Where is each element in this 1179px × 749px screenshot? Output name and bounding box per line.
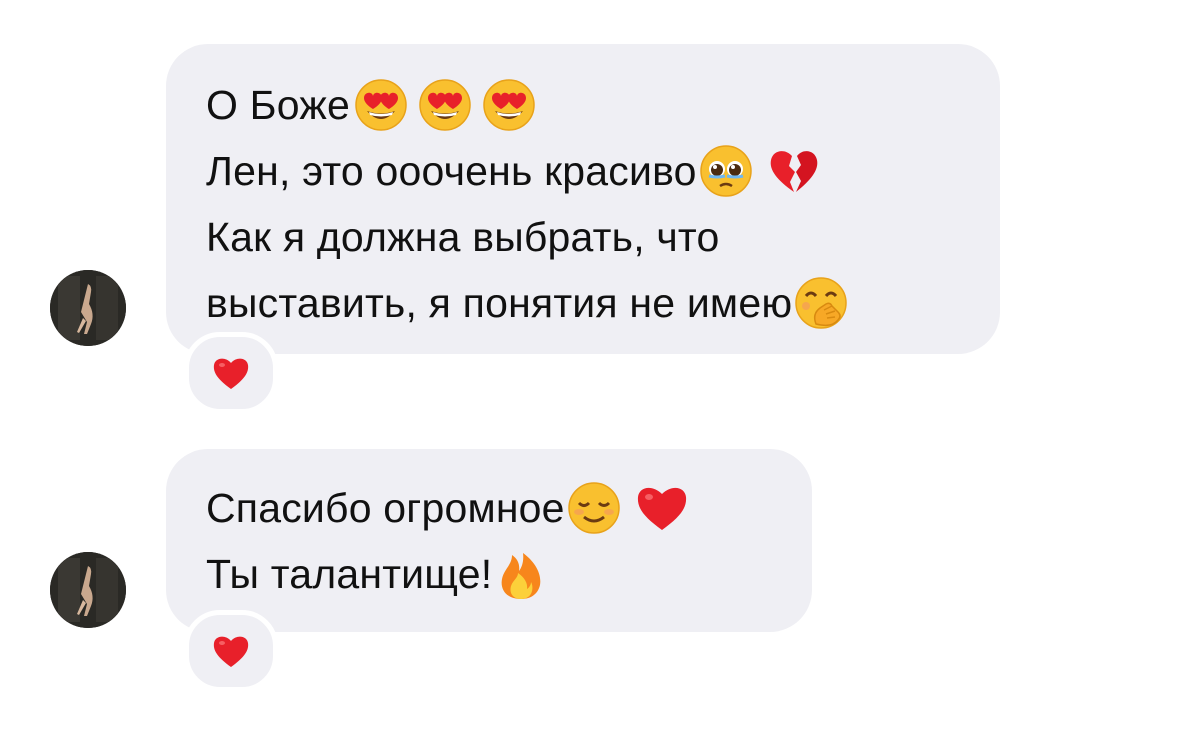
broken-heart-emoji-icon <box>767 144 821 198</box>
heart-eyes-emoji-icon <box>482 78 536 132</box>
smiling-face-emoji-icon <box>567 481 621 535</box>
message-line: Спасибо огромное <box>206 475 772 541</box>
avatar[interactable] <box>50 552 126 628</box>
message-line: О Боже <box>206 72 960 138</box>
message-line: Ты талантище! <box>206 541 772 607</box>
message-text: О Боже <box>206 82 350 128</box>
hand-over-mouth-emoji-icon <box>794 276 848 330</box>
message-bubble[interactable]: Спасибо огромное Ты талантище! <box>166 449 812 632</box>
message-text: Лен, это ооочень красиво <box>206 148 697 194</box>
heart-eyes-emoji-icon <box>418 78 472 132</box>
reaction-badge[interactable] <box>184 332 278 414</box>
fire-emoji-icon <box>494 547 548 601</box>
red-heart-icon <box>213 636 249 667</box>
heart-eyes-emoji-icon <box>354 78 408 132</box>
red-heart-emoji-icon <box>635 481 689 535</box>
message-line: выставить, я понятия не имею <box>206 270 960 336</box>
pleading-face-emoji-icon <box>699 144 753 198</box>
message-text: Ты талантище! <box>206 551 493 597</box>
message-text: Спасибо огромное <box>206 485 565 531</box>
message-line: Лен, это ооочень красиво <box>206 138 960 204</box>
reaction-badge[interactable] <box>184 610 278 692</box>
message-line: Как я должна выбрать, что <box>206 204 960 270</box>
message-text: Как я должна выбрать, что <box>206 214 720 260</box>
red-heart-icon <box>213 358 249 389</box>
message-bubble[interactable]: О Боже Лен, это ооочень красиво Как я до… <box>166 44 1000 354</box>
avatar[interactable] <box>50 270 126 346</box>
message-text: выставить, я понятия не имею <box>206 280 793 326</box>
